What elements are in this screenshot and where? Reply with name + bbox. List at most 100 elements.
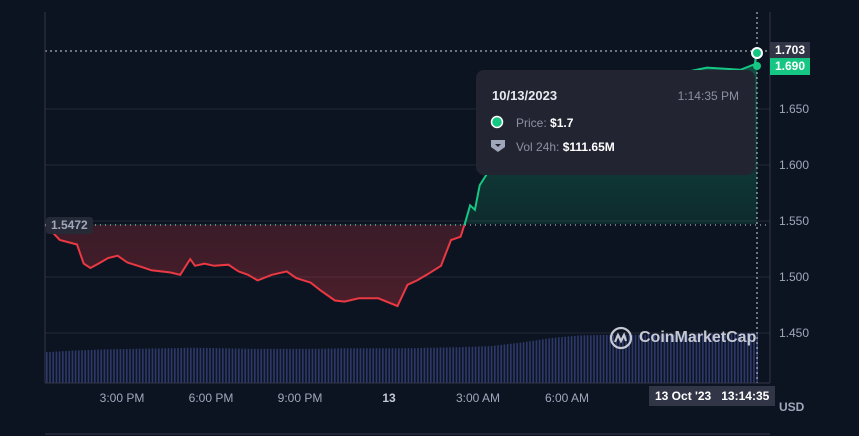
volume-bar bbox=[391, 348, 394, 383]
volume-bar bbox=[487, 346, 490, 383]
volume-bar bbox=[90, 349, 93, 383]
volume-bar bbox=[126, 348, 128, 383]
volume-bar bbox=[529, 341, 531, 383]
volume-bar bbox=[481, 346, 483, 383]
volume-bar bbox=[532, 340, 534, 383]
volume-bar bbox=[567, 336, 570, 383]
volume-bar bbox=[148, 348, 150, 383]
volume-bar bbox=[193, 347, 195, 383]
volume-bar bbox=[71, 350, 74, 383]
volume-bar bbox=[500, 344, 502, 383]
y-tick-label: 1.450 bbox=[779, 326, 810, 340]
volume-bar bbox=[94, 349, 96, 383]
volume-bar bbox=[602, 334, 605, 383]
crosshair-time-label: 13 Oct '23 13:14:35 bbox=[649, 386, 776, 406]
volume-bar bbox=[49, 351, 51, 383]
x-tick-label: 13 bbox=[382, 391, 396, 405]
volume-bar bbox=[564, 336, 566, 383]
volume-bar bbox=[311, 348, 314, 383]
volume-bar bbox=[132, 348, 134, 383]
watermark-text: CoinMarketCap bbox=[639, 329, 757, 346]
volume-bar bbox=[522, 342, 525, 383]
volume-bar bbox=[206, 347, 208, 383]
volume-bar bbox=[430, 347, 432, 383]
volume-bar bbox=[417, 347, 419, 383]
volume-bar bbox=[103, 349, 106, 383]
x-tick-label: 6:00 AM bbox=[544, 391, 590, 405]
volume-bar bbox=[599, 335, 602, 383]
volume-bar bbox=[78, 350, 80, 383]
volume-bar bbox=[340, 348, 342, 383]
volume-bar bbox=[554, 337, 557, 383]
volume-bar bbox=[346, 348, 349, 383]
volume-bar bbox=[222, 348, 224, 383]
tooltip-price: Price: $1.7 bbox=[516, 116, 573, 130]
volume-bar bbox=[286, 348, 288, 383]
volume-bar bbox=[433, 347, 435, 383]
volume-bar bbox=[62, 351, 64, 383]
volume-bar bbox=[545, 338, 547, 383]
crosshair-date: 13 Oct '23 bbox=[655, 389, 712, 403]
volume-bar bbox=[506, 344, 509, 383]
volume-bar bbox=[516, 343, 518, 383]
coinmarketcap-watermark: CoinMarketCap bbox=[609, 326, 756, 350]
volume-bar bbox=[298, 348, 301, 383]
volume-bar bbox=[353, 348, 355, 383]
price-dot-icon bbox=[490, 115, 504, 129]
volume-bar bbox=[452, 347, 454, 383]
volume-bar bbox=[439, 347, 442, 383]
volume-bar bbox=[196, 347, 198, 383]
volume-bar bbox=[116, 349, 118, 383]
volume-bar bbox=[583, 335, 586, 383]
volume-bar bbox=[180, 347, 182, 383]
volume-bar bbox=[122, 349, 125, 383]
price-chart[interactable] bbox=[0, 0, 859, 436]
crosshair-time: 13:14:35 bbox=[721, 389, 770, 403]
volume-bar bbox=[74, 350, 77, 383]
volume-bar bbox=[596, 335, 598, 383]
x-tick-label: 3:00 PM bbox=[99, 391, 145, 405]
y-tick-label: 1.600 bbox=[779, 158, 810, 172]
volume-bar bbox=[388, 348, 390, 383]
volume-bar bbox=[382, 348, 384, 383]
volume-bar bbox=[420, 347, 422, 383]
volume-bar bbox=[337, 348, 339, 383]
volume-bar bbox=[308, 348, 310, 383]
volume-bar bbox=[474, 346, 477, 383]
volume-bar bbox=[138, 348, 141, 383]
volume-bar bbox=[590, 335, 592, 383]
volume-bar bbox=[167, 348, 170, 383]
tooltip-volume: Vol 24h: $111.65M bbox=[516, 140, 615, 154]
volume-bar bbox=[586, 335, 589, 383]
volume-bar bbox=[84, 350, 86, 383]
volume-bar bbox=[318, 348, 320, 383]
volume-bar bbox=[106, 349, 109, 383]
volume-bar bbox=[577, 335, 579, 383]
volume-bar bbox=[295, 348, 298, 383]
volume-bar bbox=[52, 351, 54, 383]
volume-bar bbox=[250, 348, 253, 383]
y-tick-label: 1.550 bbox=[779, 214, 810, 228]
volume-bar bbox=[199, 347, 202, 383]
volume-bar bbox=[263, 348, 266, 383]
volume-bar bbox=[225, 348, 227, 383]
volume-bar bbox=[366, 348, 368, 383]
hover-price-label: 1.703 bbox=[770, 42, 811, 59]
volume-bar bbox=[385, 348, 387, 383]
volume-bar bbox=[55, 351, 58, 383]
volume-bar bbox=[484, 346, 486, 383]
volume-bar bbox=[231, 348, 234, 383]
volume-bar bbox=[58, 351, 61, 383]
volume-bar bbox=[394, 348, 397, 383]
volume-bar bbox=[241, 348, 243, 383]
volume-bar bbox=[330, 348, 333, 383]
volume-bar bbox=[551, 337, 554, 383]
volume-bar bbox=[183, 347, 186, 383]
volume-bar bbox=[519, 342, 522, 383]
hover-point bbox=[751, 47, 763, 59]
volume-bar bbox=[513, 343, 515, 383]
volume-bar bbox=[305, 348, 307, 383]
volume-bar bbox=[65, 351, 67, 383]
volume-bar bbox=[46, 352, 48, 383]
volume-bar bbox=[113, 349, 115, 383]
